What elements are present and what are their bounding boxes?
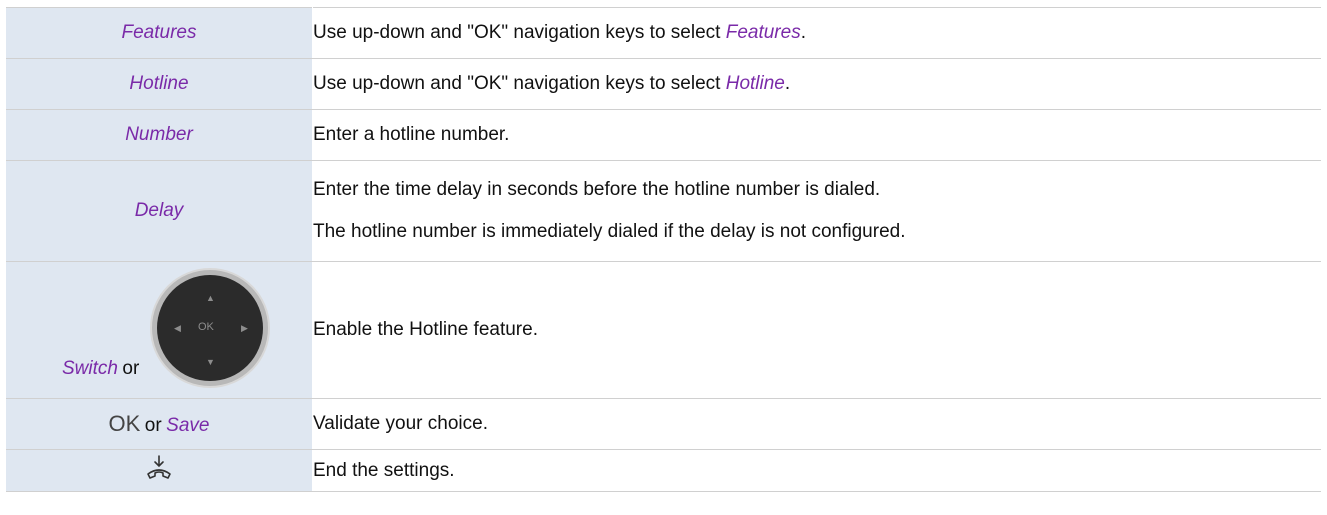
table-row: Hotline Use up-down and "OK" navigation … [6,58,1321,110]
menu-term-features: Features [121,22,197,43]
step-description: Use up-down and "OK" navigation keys to … [313,22,726,43]
menu-term-hotline: Hotline [129,73,189,94]
table-row: OK or Save Validate your choice. [6,398,1321,450]
menu-term-switch: Switch [62,358,118,379]
nav-left-arrow-icon: ◀ [174,323,181,333]
table-row: Delay Enter the time delay in seconds be… [6,160,1321,262]
step-description-line1: Enter the time delay in seconds before t… [313,179,881,200]
table-row: Switch or ▲ ▼ ◀ ▶ OK Enable the Hotline … [6,261,1321,399]
step-description: Enter a hotline number. [313,124,510,145]
step-description: Validate your choice. [313,413,488,434]
table-row: Number Enter a hotline number. [6,109,1321,161]
menu-term-delay: Delay [134,200,184,221]
nav-down-arrow-icon: ▼ [206,357,215,367]
nav-right-arrow-icon: ▶ [241,323,248,333]
step-description: Use up-down and "OK" navigation keys to … [313,73,726,94]
menu-term-inline: Hotline [725,73,785,94]
nav-ok-label: OK [198,321,214,333]
menu-term-number: Number [125,124,193,145]
step-description: Enable the Hotline feature. [313,319,538,340]
navigation-pad-icon: ▲ ▼ ◀ ▶ OK [157,275,263,381]
step-description-line2: The hotline number is immediately dialed… [313,221,906,242]
ok-key-label: OK [108,411,141,436]
steps-table: Features Use up-down and "OK" navigation… [6,7,1321,492]
menu-term-inline: Features [725,22,801,43]
hang-up-icon [147,455,171,479]
menu-term-save: Save [166,415,210,436]
table-row: Features Use up-down and "OK" navigation… [6,7,1321,59]
step-description: End the settings. [313,459,455,481]
table-row: End the settings. [6,449,1321,492]
nav-up-arrow-icon: ▲ [206,293,215,303]
